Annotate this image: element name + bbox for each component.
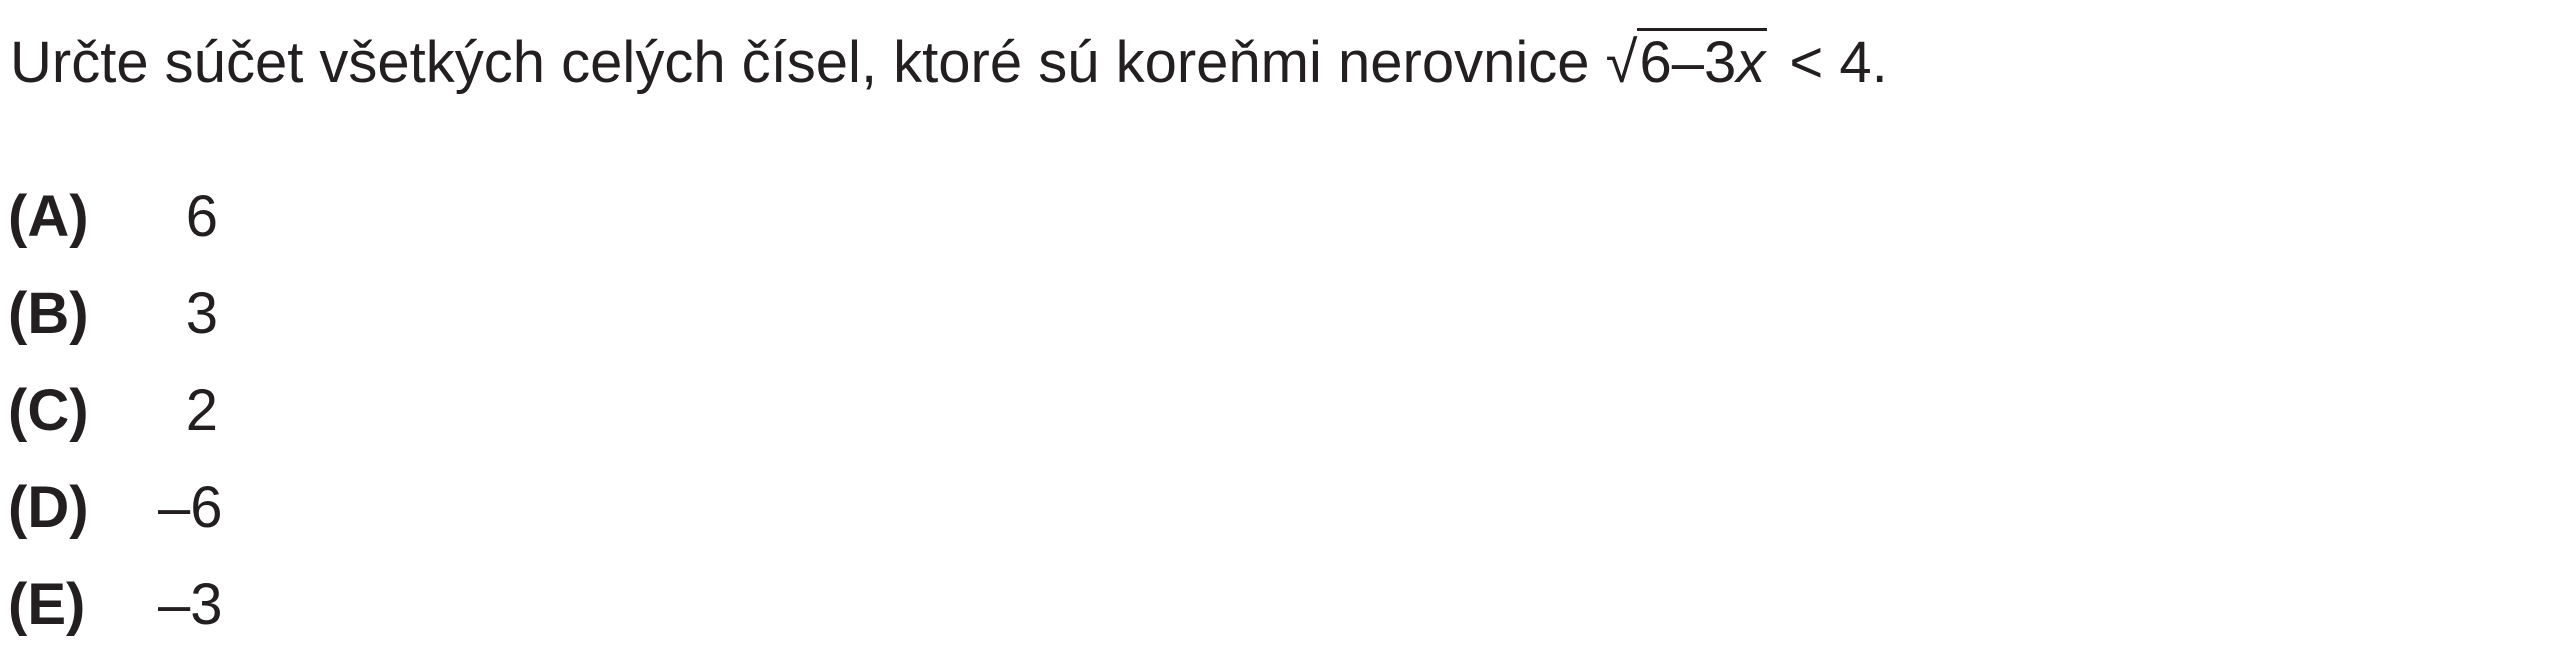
radicand-constant: 6: [1639, 30, 1672, 95]
option-value: 2: [185, 378, 218, 443]
option-value: –6: [158, 475, 223, 540]
square-root-expression: √6–3x: [1606, 28, 1768, 98]
option-value: 6: [185, 184, 218, 249]
answer-option-d[interactable]: (D) –6: [8, 459, 223, 556]
option-value: 3: [185, 281, 218, 346]
answer-option-e[interactable]: (E) –3: [8, 556, 223, 653]
radicand-variable: x: [1736, 30, 1766, 95]
radicand: 6–3x: [1637, 28, 1768, 95]
answer-options: (A) 6 (B) 3 (C) 2 (D) –6 (E) –3: [8, 168, 223, 653]
question-prompt: Určte súčet všetkých celých čísel, ktoré…: [10, 30, 1606, 95]
option-label: (D): [8, 475, 89, 540]
radicand-operator: –: [1671, 30, 1704, 95]
radicand-coefficient: 3: [1703, 30, 1737, 95]
option-label: (A): [8, 184, 89, 249]
option-label: (C): [8, 378, 89, 443]
option-label: (B): [8, 281, 89, 346]
answer-option-a[interactable]: (A) 6: [8, 168, 218, 265]
radical-sign: √: [1605, 30, 1638, 95]
answer-option-c[interactable]: (C) 2: [8, 362, 218, 459]
option-value: –3: [158, 572, 223, 637]
answer-option-b[interactable]: (B) 3: [8, 265, 218, 362]
inequality-relation: < 4.: [1789, 30, 1888, 95]
question-text: Určte súčet všetkých celých čísel, ktoré…: [10, 28, 1894, 98]
option-label: (E): [8, 572, 86, 637]
